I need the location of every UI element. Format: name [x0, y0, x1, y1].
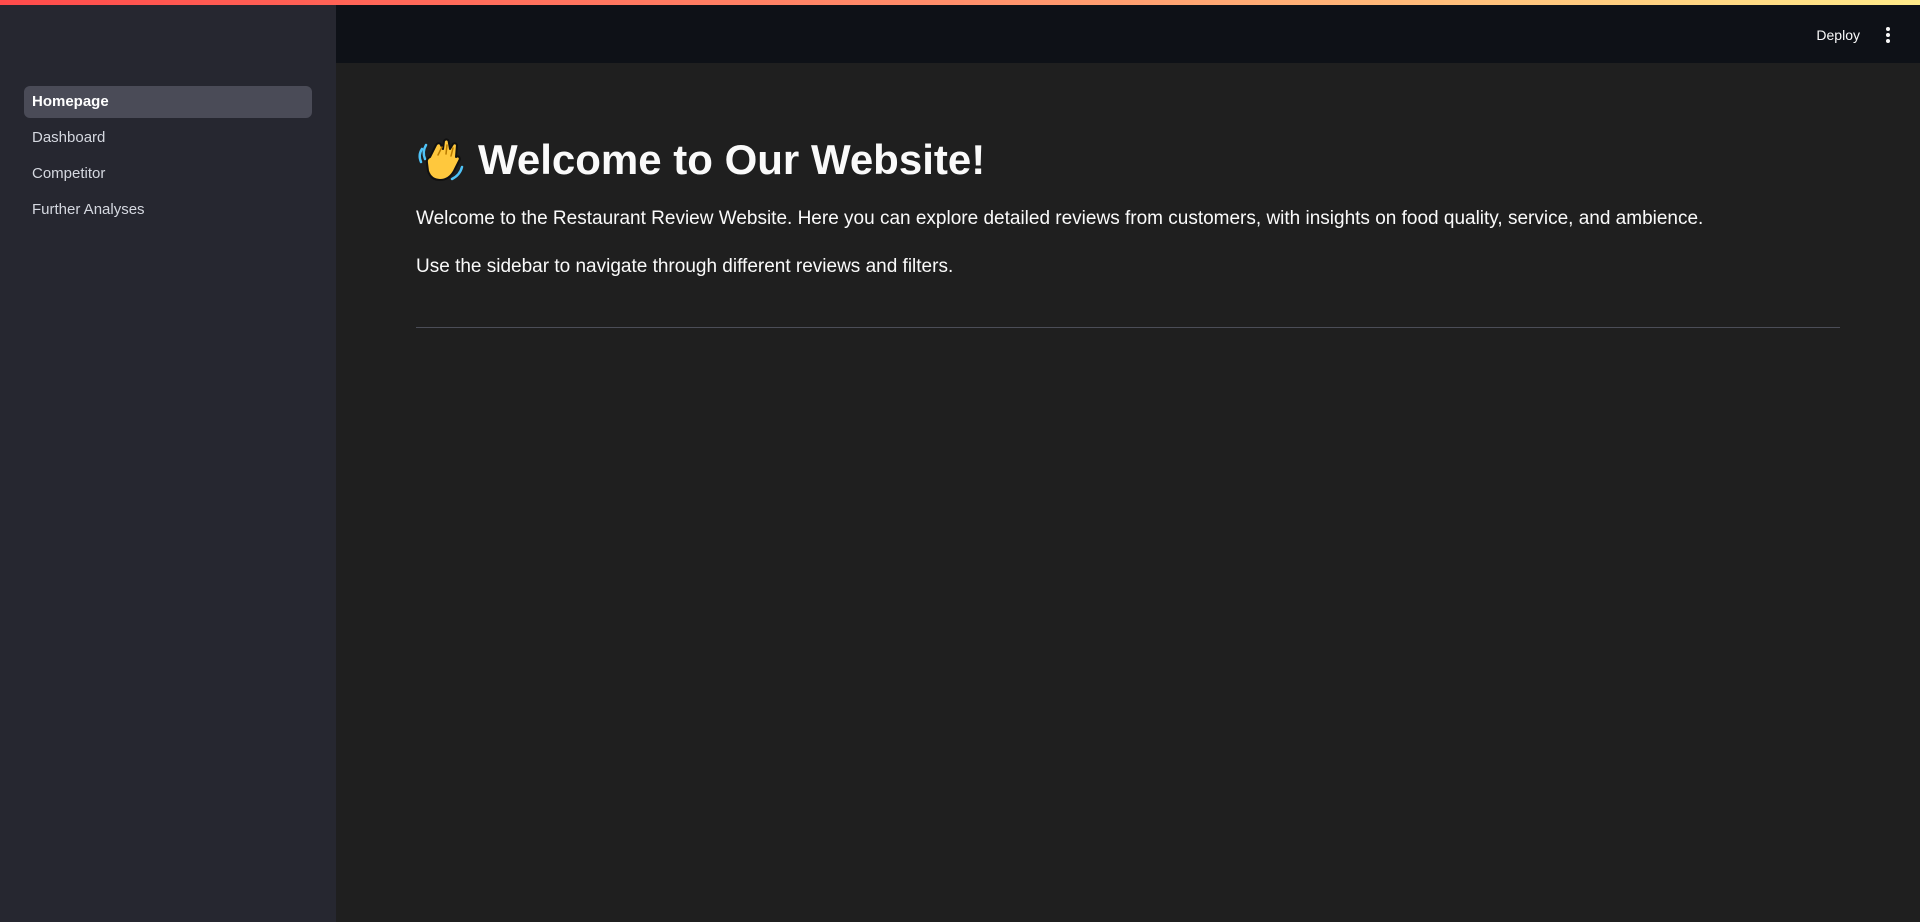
sidebar-item-homepage[interactable]: Homepage	[24, 86, 312, 118]
sidebar-item-further-analyses[interactable]: Further Analyses	[24, 194, 312, 226]
page-title-text: Welcome to Our Website!	[478, 136, 986, 183]
navigation-hint-paragraph: Use the sidebar to navigate through diff…	[416, 256, 954, 277]
intro-paragraph: Welcome to the Restaurant Review Website…	[416, 208, 1704, 229]
vertical-ellipsis-icon[interactable]	[1880, 25, 1896, 45]
waving-hand-icon	[418, 138, 464, 181]
sidebar: Homepage Dashboard Competitor Further An…	[0, 0, 336, 922]
deploy-button[interactable]: Deploy	[1808, 21, 1868, 49]
main-content: Welcome to Our Website! Welcome to the R…	[336, 63, 1920, 922]
content-block: Welcome to Our Website! Welcome to the R…	[416, 133, 1840, 328]
divider	[416, 327, 1840, 328]
top-decoration-stripe	[0, 0, 1920, 5]
app-header: Deploy	[336, 5, 1920, 63]
sidebar-item-competitor[interactable]: Competitor	[24, 158, 312, 190]
page-title: Welcome to Our Website!	[416, 133, 1840, 187]
sidebar-item-dashboard[interactable]: Dashboard	[24, 122, 312, 154]
sidebar-nav: Homepage Dashboard Competitor Further An…	[24, 86, 312, 230]
